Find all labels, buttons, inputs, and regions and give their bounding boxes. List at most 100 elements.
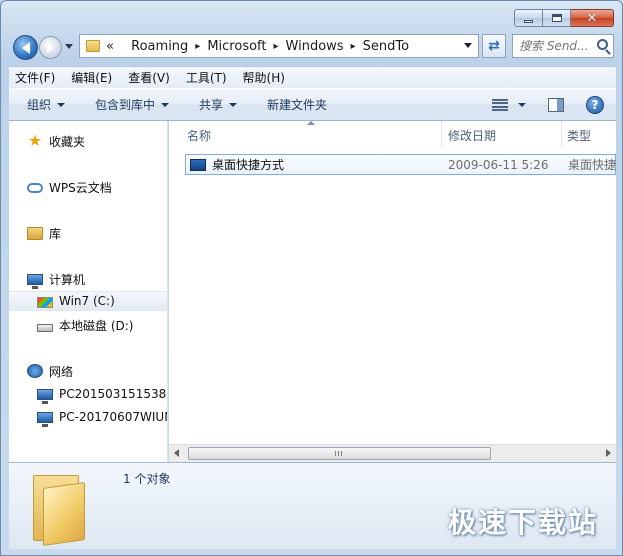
help-icon[interactable]: ? bbox=[586, 96, 604, 114]
address-bar[interactable]: « Roaming ▸ Microsoft ▸ Windows ▸ SendTo bbox=[79, 34, 479, 58]
nav-libraries-label: 库 bbox=[49, 226, 62, 241]
menu-view[interactable]: 查看(V) bbox=[126, 69, 172, 86]
scroll-left-icon[interactable] bbox=[174, 449, 179, 457]
chevron-down-icon bbox=[57, 102, 66, 107]
menu-edit[interactable]: 编辑(E) bbox=[69, 69, 114, 86]
menu-help[interactable]: 帮助(H) bbox=[241, 69, 287, 86]
organize-button[interactable]: 组织 bbox=[27, 96, 66, 113]
folder-icon bbox=[33, 467, 105, 546]
explorer-window: ✕ « Roaming ▸ Microsoft ▸ Windows ▸ Send… bbox=[0, 0, 623, 556]
menu-file[interactable]: 文件(F) bbox=[13, 69, 57, 86]
navigation-pane: ★ 收藏夹 WPS云文档 库 计算机 Win7 (C:) 本地磁盘 (D:) 网络… bbox=[9, 121, 168, 462]
chevron-right-icon bbox=[121, 41, 124, 52]
share-button[interactable]: 共享 bbox=[199, 96, 238, 113]
watermark-logo: 极速下载站 bbox=[447, 506, 598, 539]
file-type: 桌面快捷 bbox=[568, 158, 616, 172]
preview-pane-icon[interactable] bbox=[548, 98, 564, 112]
nav-drive-d-label: 本地磁盘 (D:) bbox=[59, 318, 134, 333]
column-modified[interactable]: 修改日期 bbox=[448, 127, 496, 144]
nav-drive-c-label: Win7 (C:) bbox=[59, 294, 115, 308]
back-arrow-icon bbox=[21, 41, 30, 54]
file-name: 桌面快捷方式 bbox=[212, 158, 285, 172]
refresh-icon: ⇄ bbox=[488, 38, 500, 54]
nav-computer-label: 计算机 bbox=[49, 272, 86, 287]
new-folder-label: 新建文件夹 bbox=[267, 98, 328, 112]
grip-icon bbox=[335, 451, 343, 456]
include-in-library-label: 包含到库中 bbox=[95, 98, 156, 112]
scroll-right-icon[interactable] bbox=[606, 449, 611, 457]
desktop-shortcut-icon bbox=[190, 158, 206, 171]
column-divider[interactable] bbox=[561, 121, 562, 147]
scrollbar-thumb[interactable] bbox=[188, 447, 491, 460]
file-row[interactable]: 桌面快捷方式 2009-06-11 5:26 桌面快捷 bbox=[185, 154, 616, 175]
search-icon[interactable] bbox=[597, 39, 608, 50]
maximize-button[interactable] bbox=[543, 9, 571, 27]
nav-computer[interactable]: 计算机 bbox=[27, 269, 85, 289]
file-list: 名称 修改日期 类型 桌面快捷方式 2009-06-11 5:26 桌面快捷 bbox=[169, 121, 616, 444]
windows-drive-icon bbox=[37, 297, 53, 308]
nav-pc2[interactable]: PC-20170607WIUN bbox=[37, 407, 168, 427]
address-dropdown-icon[interactable] bbox=[464, 43, 472, 48]
chevron-right-icon[interactable]: ▸ bbox=[195, 41, 200, 52]
command-bar: 组织 包含到库中 共享 新建文件夹 ? bbox=[9, 88, 616, 121]
share-label: 共享 bbox=[199, 98, 224, 112]
breadcrumb-windows[interactable]: Windows bbox=[286, 39, 344, 54]
chevron-right-icon[interactable]: ▸ bbox=[274, 41, 279, 52]
nav-libraries[interactable]: 库 bbox=[27, 223, 61, 243]
nav-pc1-label: PC201503151538 bbox=[59, 387, 167, 401]
nav-drive-d[interactable]: 本地磁盘 (D:) bbox=[37, 315, 133, 335]
horizontal-scrollbar[interactable] bbox=[169, 444, 616, 462]
breadcrumb: « Roaming ▸ Microsoft ▸ Windows ▸ SendTo bbox=[106, 39, 409, 54]
minimize-icon bbox=[524, 19, 533, 23]
cloud-icon bbox=[27, 183, 43, 193]
column-divider[interactable] bbox=[441, 121, 442, 147]
new-folder-button[interactable]: 新建文件夹 bbox=[267, 96, 327, 113]
column-name[interactable]: 名称 bbox=[187, 127, 211, 144]
chevron-down-icon bbox=[161, 102, 170, 107]
breadcrumb-roaming[interactable]: Roaming bbox=[131, 39, 188, 54]
chevron-down-icon bbox=[229, 102, 238, 107]
include-in-library-button[interactable]: 包含到库中 bbox=[95, 96, 170, 113]
search-box[interactable] bbox=[512, 34, 614, 58]
star-icon: ★ bbox=[27, 131, 43, 150]
nav-favorites[interactable]: ★ 收藏夹 bbox=[27, 131, 85, 151]
library-icon bbox=[27, 226, 43, 240]
column-type[interactable]: 类型 bbox=[567, 127, 591, 144]
computer-icon bbox=[37, 388, 53, 404]
refresh-button[interactable]: ⇄ bbox=[482, 34, 506, 58]
close-icon: ✕ bbox=[586, 10, 598, 26]
nav-wps-cloud[interactable]: WPS云文档 bbox=[27, 177, 112, 197]
search-input[interactable] bbox=[519, 39, 589, 53]
forward-button[interactable] bbox=[39, 36, 62, 59]
item-count: 1 个对象 bbox=[123, 472, 171, 486]
breadcrumb-overflow[interactable]: « bbox=[106, 39, 114, 54]
back-button[interactable] bbox=[13, 35, 38, 60]
nav-favorites-label: 收藏夹 bbox=[49, 134, 86, 149]
column-headers: 名称 修改日期 类型 bbox=[169, 121, 616, 147]
forward-arrow-icon bbox=[47, 42, 54, 53]
nav-wps-cloud-label: WPS云文档 bbox=[49, 180, 112, 195]
computer-icon bbox=[37, 411, 53, 427]
menu-tools[interactable]: 工具(T) bbox=[184, 69, 229, 86]
minimize-button[interactable] bbox=[514, 9, 543, 27]
drive-icon bbox=[37, 324, 53, 332]
maximize-icon bbox=[551, 14, 562, 22]
chevron-right-icon[interactable]: ▸ bbox=[351, 41, 356, 52]
close-button[interactable]: ✕ bbox=[571, 9, 614, 27]
network-icon bbox=[27, 364, 43, 378]
breadcrumb-microsoft[interactable]: Microsoft bbox=[207, 39, 266, 54]
nav-drive-c[interactable]: Win7 (C:) bbox=[9, 291, 167, 311]
command-bar-right: ? bbox=[492, 96, 604, 114]
nav-pc2-label: PC-20170607WIUN bbox=[59, 410, 168, 424]
folder-icon bbox=[86, 40, 100, 52]
sort-ascending-icon bbox=[307, 121, 315, 125]
breadcrumb-sendto[interactable]: SendTo bbox=[363, 39, 409, 54]
menu-bar: 文件(F) 编辑(E) 查看(V) 工具(T) 帮助(H) bbox=[9, 66, 616, 88]
views-icon[interactable] bbox=[492, 98, 508, 112]
views-dropdown[interactable] bbox=[518, 103, 526, 107]
recent-pages-dropdown[interactable] bbox=[65, 44, 73, 49]
organize-label: 组织 bbox=[27, 98, 52, 112]
details-pane: 1 个对象 极速下载站 bbox=[9, 462, 616, 549]
nav-pc1[interactable]: PC201503151538 bbox=[37, 384, 166, 404]
nav-network[interactable]: 网络 bbox=[27, 361, 73, 381]
